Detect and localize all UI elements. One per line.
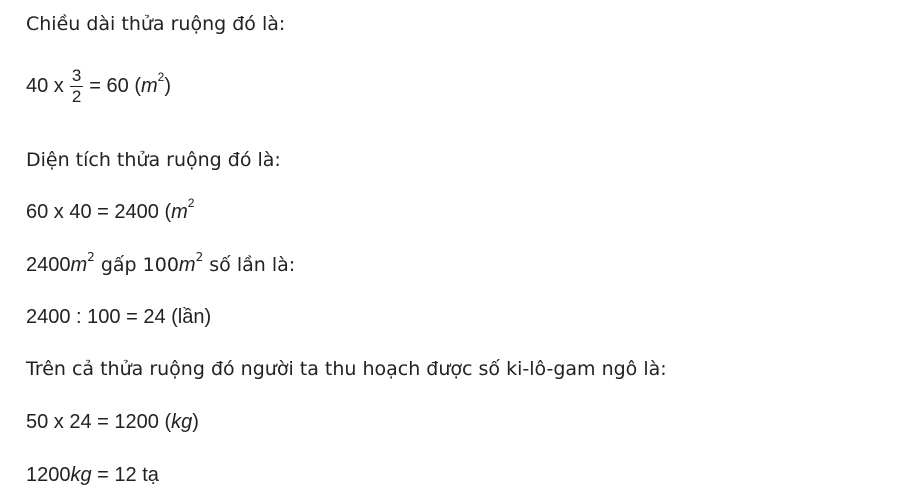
line-area-heading: Diện tích thửa ruộng đó là: (26, 149, 281, 171)
ratio-unit-a: m (70, 254, 88, 276)
conversion-result: = 12 tạ (91, 464, 159, 486)
line-ratio-heading: 2400m2 gấp 100m2 số lần là: (26, 249, 296, 277)
harvest-unit: kg (171, 411, 193, 433)
ratio-unit-b-exponent: 2 (195, 249, 204, 264)
line-ratio-calc: 2400 : 100 = 24 (lần) (26, 306, 212, 328)
length-unit-exponent: 2 (157, 70, 165, 85)
line-conversion: 1200kg = 12 tạ (26, 463, 159, 487)
length-calc-result: = 60 ( (89, 74, 141, 97)
ratio-value-a: 2400 (26, 254, 71, 276)
line-length-heading: Chiều dài thửa ruộng đó là: (26, 13, 286, 35)
length-calc-prefix: 40 x (26, 74, 64, 97)
ratio-mid-text: gấp 100 (94, 254, 179, 276)
line-harvest-calc: 50 x 24 = 1200 (kg) (26, 410, 199, 434)
line-harvest-heading: Trên cả thửa ruộng đó người ta thu hoạch… (26, 358, 667, 380)
ratio-unit-b: m (178, 254, 196, 276)
conversion-value: 1200 (26, 464, 71, 486)
length-calc-close: ) (164, 74, 172, 97)
fraction: 32 (69, 66, 84, 107)
ratio-unit-a-exponent: 2 (87, 249, 95, 264)
fraction-denominator: 2 (71, 87, 82, 106)
line-area-calc: 60 x 40 = 2400 (m2 (26, 197, 194, 224)
harvest-calc-text: 50 x 24 = 1200 ( (26, 411, 172, 433)
area-unit-exponent: 2 (187, 196, 195, 211)
area-calc-text: 60 x 40 = 2400 ( (26, 201, 172, 223)
fraction-numerator: 3 (69, 66, 84, 87)
conversion-unit: kg (70, 464, 92, 486)
harvest-calc-close: ) (192, 411, 199, 433)
line-length-calc: 40 x 3 2 = 60 (m2) (26, 66, 171, 107)
area-unit: m (171, 201, 188, 223)
ratio-post-text: số lần là: (203, 254, 296, 276)
length-unit: m (140, 74, 158, 97)
